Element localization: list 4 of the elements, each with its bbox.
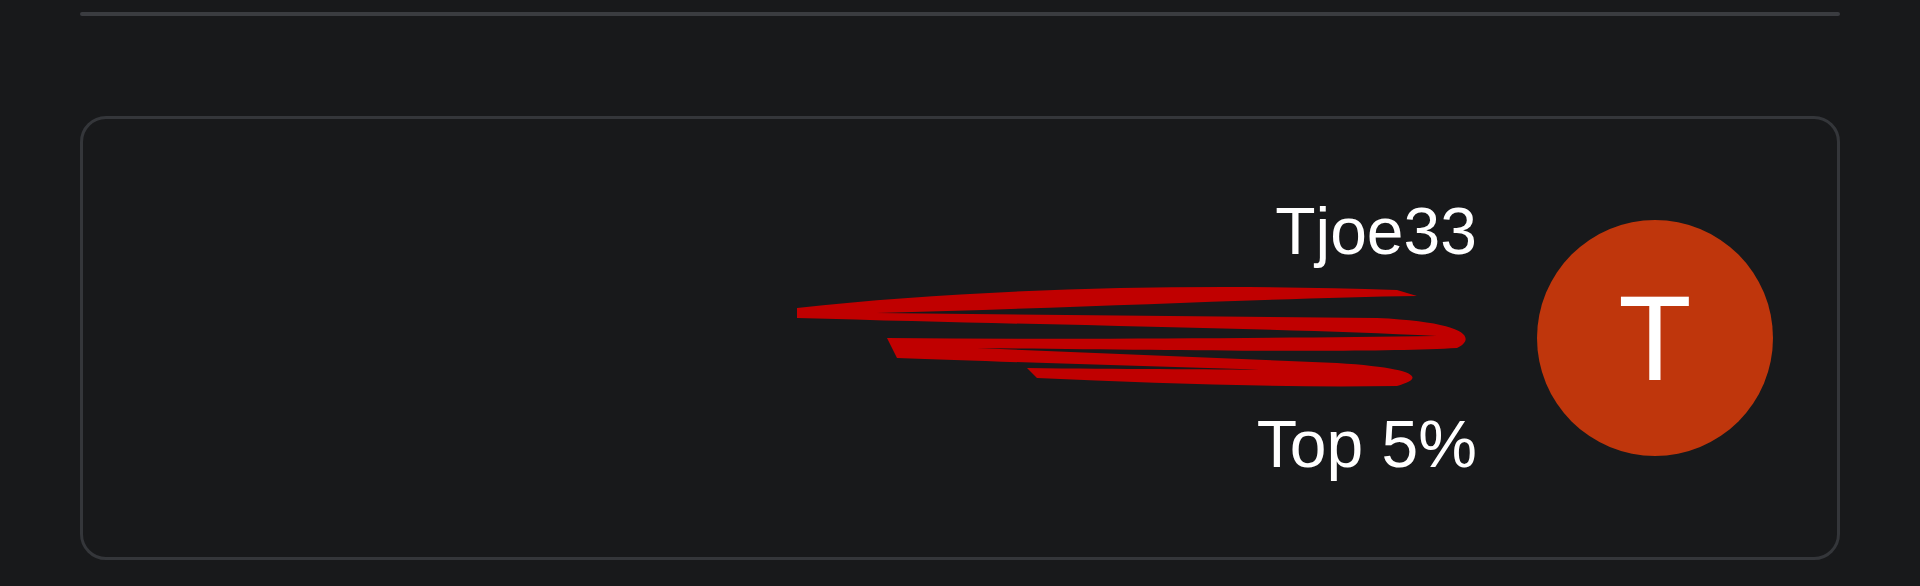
username: Tjoe33 (1275, 195, 1477, 268)
rank-label: Top 5% (1256, 408, 1477, 481)
profile-card[interactable]: Tjoe33 Top 5% T (80, 116, 1840, 560)
avatar[interactable]: T (1537, 220, 1773, 456)
